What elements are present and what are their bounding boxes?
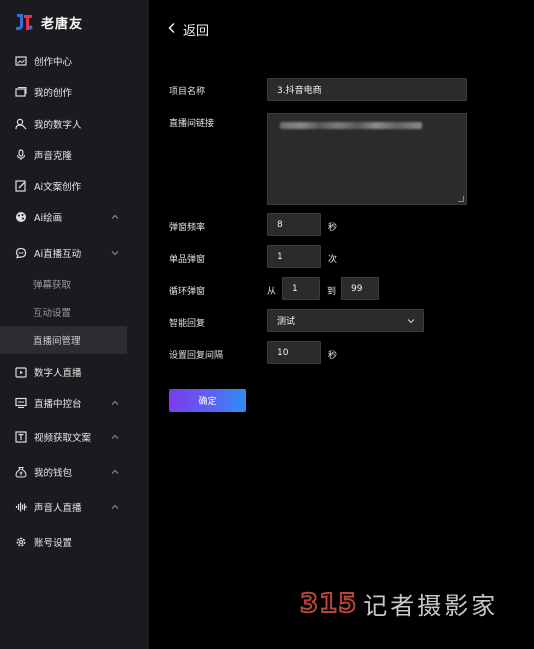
confirm-button[interactable]: 确定 [169,389,246,412]
loop-popup-label: 循环弹窗 [169,287,206,297]
logo-icon [14,12,34,32]
sidebar: 老唐友 创作中心 我的创作 我的数字人 声音克隆 Ai文案创作 Ai绘画 Ai直… [0,0,149,649]
chevron-left-icon [167,22,177,37]
subnav-item-interaction-settings[interactable]: 互动设置 [0,298,127,326]
palette-icon [14,210,28,224]
nav-label: 我的钱包 [34,468,73,479]
person-icon [14,117,28,131]
chevron-up-icon [109,466,121,478]
nav-item-video-to-text[interactable]: 视频获取文案 [0,423,127,451]
nav-label: 声音人直播 [34,503,82,514]
waveform-icon [14,500,28,514]
barrage-freq-unit: 秒 [328,223,338,233]
single-popup-input[interactable]: 1 [267,245,321,268]
nav-label: 视频获取文案 [34,433,92,444]
nav-item-my-creations[interactable]: 我的创作 [0,78,127,106]
subnav-item-live-room-management[interactable]: 直播间管理 [0,326,127,354]
chevron-up-icon [109,211,121,223]
redacted-link [280,122,422,129]
nav-item-my-wallet[interactable]: 我的钱包 [0,458,127,486]
text-icon [14,430,28,444]
nav-label: Ai文案创作 [34,182,82,193]
back-label: 返回 [183,24,210,39]
single-popup-unit: 次 [328,255,338,265]
nav-item-ai-painting[interactable]: Ai绘画 [0,203,127,231]
nav-label: Ai直播互动 [34,249,82,260]
image-icon [14,54,28,68]
smart-reply-select[interactable]: 测试 [267,309,424,332]
nav-item-my-digital-human[interactable]: 我的数字人 [0,110,127,138]
chevron-up-icon [109,397,121,409]
nav-item-ai-live-interaction[interactable]: Ai直播互动 [0,239,127,267]
live-link-textarea[interactable] [267,113,467,205]
nav-label: 账号设置 [34,538,73,549]
nav-label: 我的创作 [34,88,73,99]
nav-item-voice-clone[interactable]: 声音克隆 [0,141,127,169]
reply-interval-unit: 秒 [328,351,338,361]
loop-from-label: 从 [267,287,277,297]
loop-to-input[interactable]: 99 [341,277,379,300]
nav-item-creation-center[interactable]: 创作中心 [0,47,127,75]
nav-label: Ai绘画 [34,213,63,224]
watermark-number: 315 [299,588,358,620]
watermark: 315 记者摄影家 [299,586,499,621]
logo[interactable]: 老唐友 [14,11,83,33]
nav-item-voice-live[interactable]: 声音人直播 [0,493,127,521]
chevron-down-icon [109,247,121,259]
nav-item-live-console[interactable]: 直播中控台 [0,389,127,417]
chat-icon [14,246,28,260]
microphone-icon [14,148,28,162]
app-name: 老唐友 [41,16,84,32]
nav-label: 我的数字人 [34,120,82,131]
project-name-label: 项目名称 [169,87,206,97]
back-button[interactable]: 返回 [167,20,209,39]
nav-label: 声音克隆 [34,151,73,162]
chevron-down-icon [406,316,416,326]
nav-item-ai-copywriting[interactable]: Ai文案创作 [0,172,127,200]
chevron-up-icon [109,501,121,513]
nav-label: 直播中控台 [34,399,82,410]
project-name-input[interactable]: 3.抖音电商 [267,78,467,101]
wallet-icon [14,465,28,479]
watermark-text: 记者摄影家 [363,592,499,620]
live-icon [14,365,28,379]
gallery-icon [14,85,28,99]
edit-icon [14,179,28,193]
loop-to-label: 到 [327,287,337,297]
smart-reply-value: 测试 [277,317,296,327]
main-content: 返回 项目名称 3.抖音电商 直播间链接 弹窗频率 8 秒 单品弹窗 1 次 循… [149,0,534,649]
nav-item-digital-human-live[interactable]: 数字人直播 [0,358,127,386]
nav-label: 数字人直播 [34,368,82,379]
single-popup-label: 单品弹窗 [169,255,206,265]
gear-icon [14,535,28,549]
nav-label: 创作中心 [34,57,73,68]
barrage-freq-label: 弹窗频率 [169,223,206,233]
reply-interval-label: 设置回复间隔 [169,351,224,361]
nav-item-account-settings[interactable]: 账号设置 [0,528,127,556]
live-link-label: 直播间链接 [169,119,215,129]
monitor-icon [14,396,28,410]
smart-reply-label: 智能回复 [169,319,206,329]
loop-from-input[interactable]: 1 [282,277,320,300]
resize-handle[interactable] [458,196,464,202]
barrage-freq-input[interactable]: 8 [267,213,321,236]
subnav-item-barrage[interactable]: 弹幕获取 [0,270,127,298]
reply-interval-input[interactable]: 10 [267,341,321,364]
chevron-up-icon [109,431,121,443]
